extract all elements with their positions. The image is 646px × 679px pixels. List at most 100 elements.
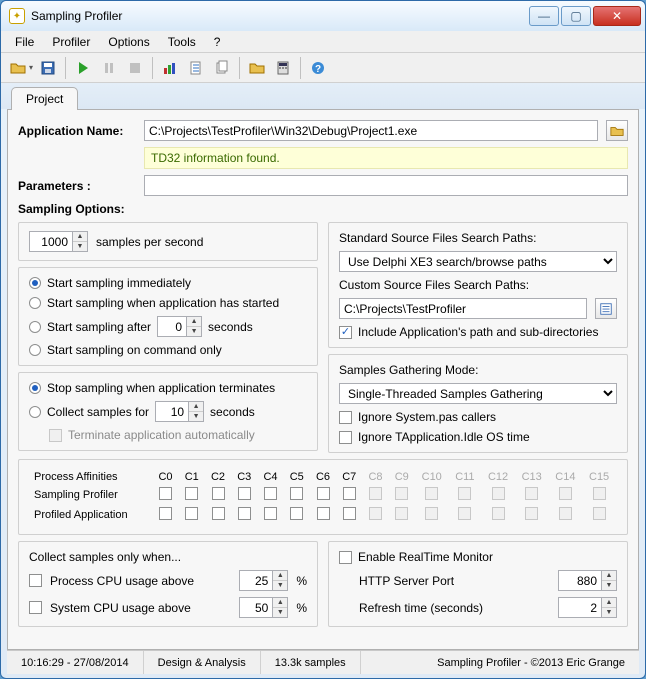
affinity-checkbox[interactable]: [317, 507, 330, 520]
gather-mode-select[interactable]: Single-Threaded Samples Gathering: [339, 383, 617, 404]
menu-options[interactable]: Options: [100, 33, 157, 51]
affinity-checkbox[interactable]: [343, 487, 356, 500]
ignore-idle-label: Ignore TApplication.Idle OS time: [358, 430, 530, 444]
project-panel: Application Name: TD32 information found…: [7, 109, 639, 650]
menu-tools[interactable]: Tools: [160, 33, 204, 51]
app-name-label: Application Name:: [18, 124, 136, 138]
sample-rate-group: ▲▼ samples per second: [18, 222, 318, 261]
radio-start-immediate[interactable]: [29, 277, 41, 289]
sample-rate-spinner[interactable]: ▲▼: [29, 231, 88, 252]
affinity-checkbox[interactable]: [264, 487, 277, 500]
sample-rate-input[interactable]: [29, 231, 73, 252]
chart-icon[interactable]: [159, 57, 181, 79]
pause-icon: [98, 57, 120, 79]
separator: [300, 57, 301, 79]
svg-text:?: ?: [315, 64, 321, 75]
search-paths-group: Standard Source Files Search Paths: Use …: [328, 222, 628, 348]
play-icon[interactable]: [72, 57, 94, 79]
separator: [152, 57, 153, 79]
start-command-label: Start sampling on command only: [47, 343, 222, 357]
status-mode: Design & Analysis: [144, 651, 261, 674]
affinity-checkbox[interactable]: [212, 487, 225, 500]
menu-profiler[interactable]: Profiler: [44, 33, 98, 51]
affinity-checkbox[interactable]: [185, 487, 198, 500]
browse-paths-button[interactable]: [595, 298, 617, 319]
check-ignore-system[interactable]: [339, 411, 352, 424]
affinity-checkbox[interactable]: [212, 507, 225, 520]
collect-when-group: Collect samples only when... Process CPU…: [18, 541, 318, 627]
maximize-button[interactable]: ▢: [561, 6, 591, 26]
gathering-mode-group: Samples Gathering Mode: Single-Threaded …: [328, 354, 628, 453]
menubar: File Profiler Options Tools ?: [1, 31, 645, 53]
radio-start-when-started[interactable]: [29, 297, 41, 309]
affinity-checkbox[interactable]: [238, 507, 251, 520]
collect-for-input[interactable]: [155, 401, 189, 422]
std-paths-select[interactable]: Use Delphi XE3 search/browse paths: [339, 251, 617, 272]
check-terminate-auto: [49, 429, 62, 442]
affinity-checkbox: [593, 507, 606, 520]
system-cpu-input[interactable]: [239, 597, 273, 618]
window-controls: — ▢ ✕: [529, 6, 641, 26]
affinity-core-header: C12: [482, 470, 514, 484]
affinity-checkbox: [369, 487, 382, 500]
check-realtime[interactable]: [339, 551, 352, 564]
affinity-core-header: C6: [311, 470, 335, 484]
tab-project[interactable]: Project: [11, 87, 78, 110]
save-icon[interactable]: [37, 57, 59, 79]
affinity-checkbox[interactable]: [159, 507, 172, 520]
check-include-app-path[interactable]: [339, 326, 352, 339]
process-cpu-input[interactable]: [239, 570, 273, 591]
affinity-checkbox[interactable]: [185, 507, 198, 520]
affinity-checkbox[interactable]: [290, 507, 303, 520]
include-app-path-label: Include Application's path and sub-direc…: [358, 325, 598, 339]
affinity-checkbox[interactable]: [290, 487, 303, 500]
affinity-core-header: C15: [583, 470, 615, 484]
check-process-cpu[interactable]: [29, 574, 42, 587]
system-cpu-spinner[interactable]: ▲▼: [239, 597, 288, 618]
affinity-row-profiler: Sampling Profiler: [31, 486, 151, 504]
affinity-checkbox[interactable]: [264, 507, 277, 520]
affinity-group: Process AffinitiesC0C1C2C3C4C5C6C7C8C9C1…: [18, 459, 628, 535]
radio-collect-for[interactable]: [29, 406, 41, 418]
radio-stop-terminates[interactable]: [29, 382, 41, 394]
affinity-checkbox[interactable]: [238, 487, 251, 500]
menu-file[interactable]: File: [7, 33, 42, 51]
process-cpu-spinner[interactable]: ▲▼: [239, 570, 288, 591]
port-input[interactable]: [558, 570, 602, 591]
spin-down-icon[interactable]: ▼: [73, 242, 87, 251]
spin-up-icon[interactable]: ▲: [73, 232, 87, 242]
affinity-checkbox[interactable]: [343, 507, 356, 520]
export-icon[interactable]: [185, 57, 207, 79]
check-ignore-idle[interactable]: [339, 431, 352, 444]
copy-icon[interactable]: [211, 57, 233, 79]
folder-icon[interactable]: [246, 57, 268, 79]
close-button[interactable]: ✕: [593, 6, 641, 26]
browse-app-button[interactable]: [606, 120, 628, 141]
refresh-input[interactable]: [558, 597, 602, 618]
custom-paths-input[interactable]: [339, 298, 587, 319]
app-name-input[interactable]: [144, 120, 598, 141]
separator: [65, 57, 66, 79]
minimize-button[interactable]: —: [529, 6, 559, 26]
radio-start-after[interactable]: [29, 321, 41, 333]
start-after-input[interactable]: [157, 316, 187, 337]
sample-rate-unit: samples per second: [96, 235, 203, 249]
port-spinner[interactable]: ▲▼: [558, 570, 617, 591]
radio-start-command[interactable]: [29, 344, 41, 356]
affinity-checkbox: [525, 487, 538, 500]
check-system-cpu[interactable]: [29, 601, 42, 614]
collect-for-spinner[interactable]: ▲▼: [155, 401, 204, 422]
affinity-checkbox[interactable]: [159, 487, 172, 500]
stop-icon: [124, 57, 146, 79]
debug-info-status: TD32 information found.: [144, 147, 628, 169]
help-icon[interactable]: ?: [307, 57, 329, 79]
start-after-spinner[interactable]: ▲▼: [157, 316, 202, 337]
open-icon[interactable]: [7, 57, 29, 79]
affinity-checkbox: [395, 507, 408, 520]
affinity-checkbox[interactable]: [317, 487, 330, 500]
affinity-core-header: C3: [232, 470, 256, 484]
refresh-spinner[interactable]: ▲▼: [558, 597, 617, 618]
calculator-icon[interactable]: [272, 57, 294, 79]
params-input[interactable]: [144, 175, 628, 196]
menu-help[interactable]: ?: [206, 33, 229, 51]
